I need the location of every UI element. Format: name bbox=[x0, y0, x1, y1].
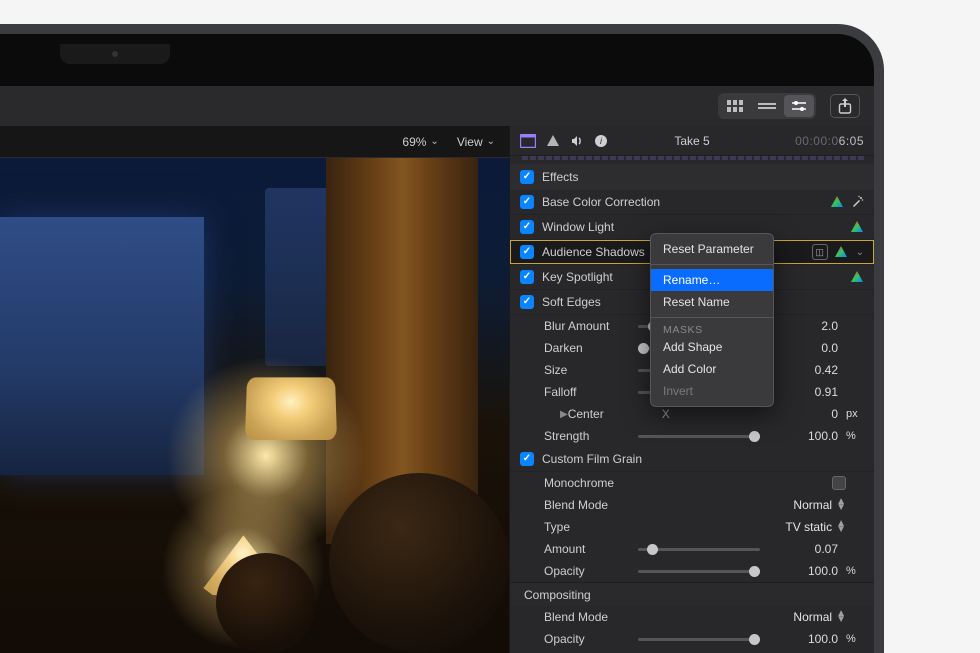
slider[interactable] bbox=[638, 638, 760, 641]
magic-wand-icon[interactable] bbox=[850, 195, 864, 209]
stepper-icon: ▲▼ bbox=[836, 499, 846, 511]
compositing-blend-popup[interactable]: Normal ▲▼ bbox=[793, 610, 846, 624]
layout-segmented-control bbox=[718, 93, 816, 119]
info-tab-icon[interactable]: i bbox=[594, 134, 608, 148]
disclosure-triangle-icon[interactable]: ▶ bbox=[560, 409, 568, 420]
camera-notch bbox=[60, 44, 170, 64]
share-icon bbox=[838, 98, 852, 114]
effect-checkbox[interactable] bbox=[520, 452, 534, 466]
view-menu-label: View bbox=[457, 135, 483, 149]
stepper-icon: ▲▼ bbox=[836, 521, 846, 533]
compositing-section-header[interactable]: Compositing bbox=[510, 582, 874, 606]
effect-row-base-color[interactable]: Base Color Correction bbox=[510, 190, 874, 215]
sliders-icon bbox=[791, 100, 807, 112]
slider[interactable] bbox=[638, 548, 760, 551]
color-tab-icon[interactable] bbox=[546, 134, 560, 148]
effect-checkbox[interactable] bbox=[520, 195, 534, 209]
zoom-value: 69% bbox=[402, 135, 426, 149]
compositing-opacity: Opacity 100.0 % bbox=[510, 628, 874, 650]
chevron-down-icon: ⌄ bbox=[430, 136, 438, 147]
scene-silhouette bbox=[216, 553, 316, 653]
compositing-blend-mode: Blend Mode Normal ▲▼ bbox=[510, 606, 874, 628]
type-popup[interactable]: TV static ▲▼ bbox=[785, 520, 846, 534]
effects-section-header[interactable]: Effects bbox=[510, 164, 874, 190]
share-button[interactable] bbox=[830, 94, 860, 118]
clip-name: Take 5 bbox=[674, 134, 709, 148]
effect-row-film-grain[interactable]: Custom Film Grain bbox=[510, 447, 874, 472]
view-menu[interactable]: View ⌄ bbox=[457, 135, 495, 149]
effect-checkbox[interactable] bbox=[520, 270, 534, 284]
stepper-icon: ▲▼ bbox=[836, 611, 846, 623]
app-toolbar bbox=[0, 86, 874, 126]
menu-reset-parameter[interactable]: Reset Parameter bbox=[651, 238, 773, 260]
grid-icon bbox=[727, 100, 743, 112]
param-blend-mode: Blend Mode Normal ▲▼ bbox=[510, 494, 874, 516]
timecode: 00:00:06:05 bbox=[795, 134, 864, 148]
timeline-icon bbox=[758, 101, 776, 111]
viewer-toolbar: 69% ⌄ View ⌄ bbox=[0, 126, 509, 158]
mask-icon[interactable]: ◫ bbox=[812, 244, 828, 260]
viewer-canvas[interactable] bbox=[0, 158, 509, 653]
slider[interactable] bbox=[638, 435, 760, 438]
param-monochrome: Monochrome bbox=[510, 472, 874, 494]
menu-add-color[interactable]: Add Color bbox=[651, 358, 773, 380]
color-wheel-icon[interactable] bbox=[830, 195, 844, 209]
menu-separator bbox=[651, 317, 773, 318]
effect-label: Custom Film Grain bbox=[542, 452, 864, 466]
zoom-dropdown[interactable]: 69% ⌄ bbox=[402, 135, 438, 149]
chevron-down-icon: ⌄ bbox=[487, 136, 495, 147]
param-amount: Amount 0.07 bbox=[510, 538, 874, 560]
chevron-down-icon[interactable]: ⌄ bbox=[856, 247, 864, 258]
layout-timeline-button[interactable] bbox=[752, 95, 782, 117]
mini-ruler bbox=[520, 156, 864, 160]
layout-inspector-button[interactable] bbox=[784, 95, 814, 117]
scene-lamp bbox=[245, 377, 337, 440]
context-menu: Reset Parameter Rename… Reset Name MASKS… bbox=[650, 233, 774, 407]
effect-label: Base Color Correction bbox=[542, 195, 822, 209]
effects-header-label: Effects bbox=[542, 170, 578, 184]
color-wheel-icon[interactable] bbox=[850, 270, 864, 284]
param-type: Type TV static ▲▼ bbox=[510, 516, 874, 538]
app-screen: 69% ⌄ View ⌄ bbox=[0, 86, 874, 653]
scene-silhouette bbox=[329, 473, 509, 653]
menu-separator bbox=[651, 264, 773, 265]
param-opacity: Opacity 100.0 % bbox=[510, 560, 874, 582]
color-wheel-icon[interactable] bbox=[850, 220, 864, 234]
inspector-header: i Take 5 00:00:06:05 bbox=[510, 126, 874, 156]
effect-checkbox[interactable] bbox=[520, 220, 534, 234]
scene-window bbox=[0, 217, 204, 474]
param-strength: Strength 100.0 % bbox=[510, 425, 874, 447]
video-tab-icon[interactable] bbox=[520, 134, 536, 148]
layout-browser-button[interactable] bbox=[720, 95, 750, 117]
menu-invert: Invert bbox=[651, 380, 773, 402]
effect-checkbox[interactable] bbox=[520, 295, 534, 309]
menu-masks-label: MASKS bbox=[651, 322, 773, 336]
color-wheel-icon[interactable] bbox=[834, 245, 848, 259]
menu-add-shape[interactable]: Add Shape bbox=[651, 336, 773, 358]
audio-tab-icon[interactable] bbox=[570, 134, 584, 148]
menu-reset-name[interactable]: Reset Name bbox=[651, 291, 773, 313]
inspector-pane: i Take 5 00:00:06:05 Effects bbox=[509, 126, 874, 653]
blend-mode-popup[interactable]: Normal ▲▼ bbox=[793, 498, 846, 512]
effect-label: Window Light bbox=[542, 220, 842, 234]
effect-checkbox[interactable] bbox=[520, 245, 534, 259]
effects-checkbox[interactable] bbox=[520, 170, 534, 184]
menu-rename[interactable]: Rename… bbox=[651, 269, 773, 291]
slider[interactable] bbox=[638, 570, 760, 573]
monochrome-checkbox[interactable] bbox=[832, 476, 846, 490]
viewer-pane: 69% ⌄ View ⌄ bbox=[0, 126, 509, 653]
